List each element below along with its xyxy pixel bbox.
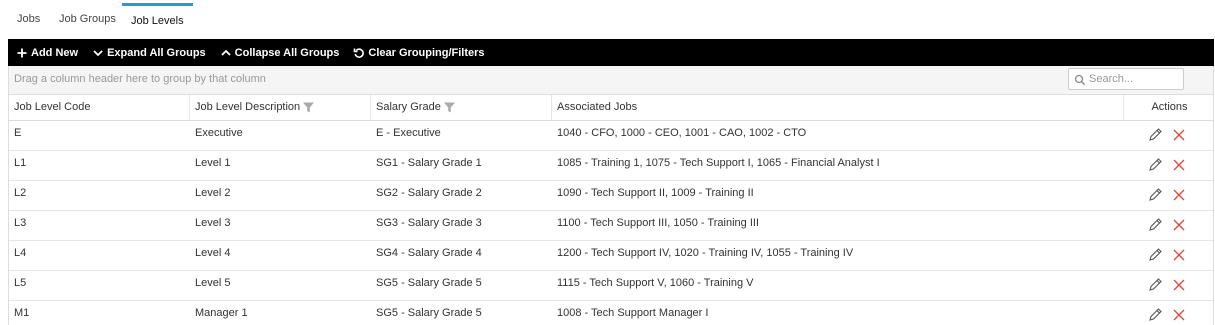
filter-icon[interactable] bbox=[302, 101, 315, 114]
job-level-description-cell: Level 3 bbox=[195, 217, 231, 229]
job-level-description-cell: Level 4 bbox=[195, 247, 231, 259]
x-icon[interactable] bbox=[1171, 127, 1187, 143]
search-input[interactable] bbox=[1089, 71, 1179, 87]
pencil-icon[interactable] bbox=[1147, 277, 1163, 293]
row-actions bbox=[1147, 247, 1195, 263]
associated-jobs-cell: 1008 - Tech Support Manager I bbox=[557, 307, 709, 319]
row-actions bbox=[1147, 277, 1195, 293]
column-header-label: Job Level Description bbox=[195, 101, 301, 113]
grid-toolbar: Add New Expand All Groups Collapse All G… bbox=[8, 39, 1214, 66]
job-level-code-cell: L4 bbox=[14, 247, 27, 259]
job-level-code-cell: L3 bbox=[14, 217, 27, 229]
column-header-associated-jobs[interactable]: Associated Jobs bbox=[552, 95, 1124, 120]
tab-job-levels[interactable]: Job Levels bbox=[131, 15, 184, 27]
salary-grade-cell: SG4 - Salary Grade 4 bbox=[376, 247, 482, 259]
group-by-hint: Drag a column header here to group by th… bbox=[14, 73, 266, 85]
table-row[interactable]: M1 Manager 1 SG5 - Salary Grade 5 1008 -… bbox=[9, 301, 1213, 325]
grid-header-row: Job Level Code Job Level Description Sal… bbox=[9, 94, 1213, 121]
group-by-panel[interactable]: Drag a column header here to group by th… bbox=[8, 66, 1214, 94]
search-icon bbox=[1074, 74, 1086, 86]
expand-all-groups-button[interactable]: Expand All Groups bbox=[92, 47, 206, 59]
active-tab-indicator bbox=[122, 3, 193, 6]
chevron-up-icon bbox=[221, 49, 231, 56]
table-row[interactable]: L1 Level 1 SG1 - Salary Grade 1 1085 - T… bbox=[9, 151, 1213, 181]
row-actions bbox=[1147, 157, 1195, 173]
job-level-description-cell: Manager 1 bbox=[195, 307, 248, 319]
job-level-description-cell: Level 5 bbox=[195, 277, 231, 289]
associated-jobs-cell: 1115 - Tech Support V, 1060 - Training V bbox=[557, 277, 754, 289]
associated-jobs-cell: 1040 - CFO, 1000 - CEO, 1001 - CAO, 1002… bbox=[557, 127, 807, 139]
tab-jobs[interactable]: Jobs bbox=[17, 13, 40, 25]
column-header-job-level-code[interactable]: Job Level Code bbox=[9, 95, 190, 120]
job-levels-grid: Job Level Code Job Level Description Sal… bbox=[8, 94, 1214, 325]
x-icon[interactable] bbox=[1171, 277, 1187, 293]
column-header-job-level-description[interactable]: Job Level Description bbox=[190, 95, 371, 120]
plus-icon bbox=[17, 48, 27, 57]
chevron-down-icon bbox=[93, 49, 103, 56]
table-row[interactable]: L2 Level 2 SG2 - Salary Grade 2 1090 - T… bbox=[9, 181, 1213, 211]
salary-grade-cell: SG2 - Salary Grade 2 bbox=[376, 187, 482, 199]
salary-grade-cell: SG5 - Salary Grade 5 bbox=[376, 307, 482, 319]
x-icon[interactable] bbox=[1171, 307, 1187, 323]
add-new-button[interactable]: Add New bbox=[16, 47, 78, 59]
collapse-all-label: Collapse All Groups bbox=[234, 46, 340, 59]
x-icon[interactable] bbox=[1171, 187, 1187, 203]
collapse-all-groups-button[interactable]: Collapse All Groups bbox=[220, 46, 340, 59]
table-row[interactable]: L4 Level 4 SG4 - Salary Grade 4 1200 - T… bbox=[9, 241, 1213, 271]
search-box[interactable] bbox=[1068, 68, 1184, 90]
column-header-salary-grade[interactable]: Salary Grade bbox=[371, 95, 552, 120]
x-icon[interactable] bbox=[1171, 247, 1187, 263]
salary-grade-cell: SG3 - Salary Grade 3 bbox=[376, 217, 482, 229]
table-row[interactable]: L3 Level 3 SG3 - Salary Grade 3 1100 - T… bbox=[9, 211, 1213, 241]
pencil-icon[interactable] bbox=[1147, 307, 1163, 323]
expand-all-label: Expand All Groups bbox=[107, 46, 206, 59]
pencil-icon[interactable] bbox=[1147, 247, 1163, 263]
pencil-icon[interactable] bbox=[1147, 217, 1163, 233]
job-level-code-cell: L1 bbox=[14, 157, 27, 169]
job-level-code-cell: L2 bbox=[14, 187, 27, 199]
job-level-description-cell: Executive bbox=[195, 127, 243, 139]
undo-icon bbox=[354, 47, 365, 58]
table-row[interactable]: L5 Level 5 SG5 - Salary Grade 5 1115 - T… bbox=[9, 271, 1213, 301]
x-icon[interactable] bbox=[1171, 217, 1187, 233]
job-level-description-cell: Level 2 bbox=[195, 187, 231, 199]
pencil-icon[interactable] bbox=[1147, 127, 1163, 143]
column-header-label: Job Level Code bbox=[14, 101, 91, 113]
associated-jobs-cell: 1085 - Training 1, 1075 - Tech Support I… bbox=[557, 157, 880, 169]
clear-grouping-filters-button[interactable]: Clear Grouping/Filters bbox=[353, 46, 485, 59]
associated-jobs-cell: 1100 - Tech Support III, 1050 - Training… bbox=[557, 217, 759, 229]
row-actions bbox=[1147, 127, 1195, 143]
salary-grade-cell: SG1 - Salary Grade 1 bbox=[376, 157, 482, 169]
column-header-label: Salary Grade bbox=[376, 101, 441, 113]
row-actions bbox=[1147, 187, 1195, 203]
pencil-icon[interactable] bbox=[1147, 187, 1163, 203]
salary-grade-cell: SG5 - Salary Grade 5 bbox=[376, 277, 482, 289]
job-level-code-cell: M1 bbox=[14, 307, 30, 319]
tab-job-groups[interactable]: Job Groups bbox=[59, 13, 116, 25]
job-level-description-cell: Level 1 bbox=[195, 157, 231, 169]
column-header-actions: Actions bbox=[1124, 95, 1215, 120]
table-row[interactable]: E Executive E - Executive 1040 - CFO, 10… bbox=[9, 121, 1213, 151]
row-actions bbox=[1147, 307, 1195, 323]
clear-grouping-label: Clear Grouping/Filters bbox=[368, 46, 485, 59]
tab-strip: Jobs Job Groups Job Levels bbox=[0, 0, 1215, 36]
pencil-icon[interactable] bbox=[1147, 157, 1163, 173]
filter-icon[interactable] bbox=[443, 101, 456, 114]
associated-jobs-cell: 1090 - Tech Support II, 1009 - Training … bbox=[557, 187, 754, 199]
x-icon[interactable] bbox=[1171, 157, 1187, 173]
add-new-label: Add New bbox=[31, 46, 79, 59]
row-actions bbox=[1147, 217, 1195, 233]
job-level-code-cell: L5 bbox=[14, 277, 27, 289]
associated-jobs-cell: 1200 - Tech Support IV, 1020 - Training … bbox=[557, 247, 854, 259]
column-header-label: Actions bbox=[1151, 101, 1188, 113]
column-header-label: Associated Jobs bbox=[557, 101, 638, 113]
salary-grade-cell: E - Executive bbox=[376, 127, 441, 139]
job-level-code-cell: E bbox=[14, 127, 22, 139]
